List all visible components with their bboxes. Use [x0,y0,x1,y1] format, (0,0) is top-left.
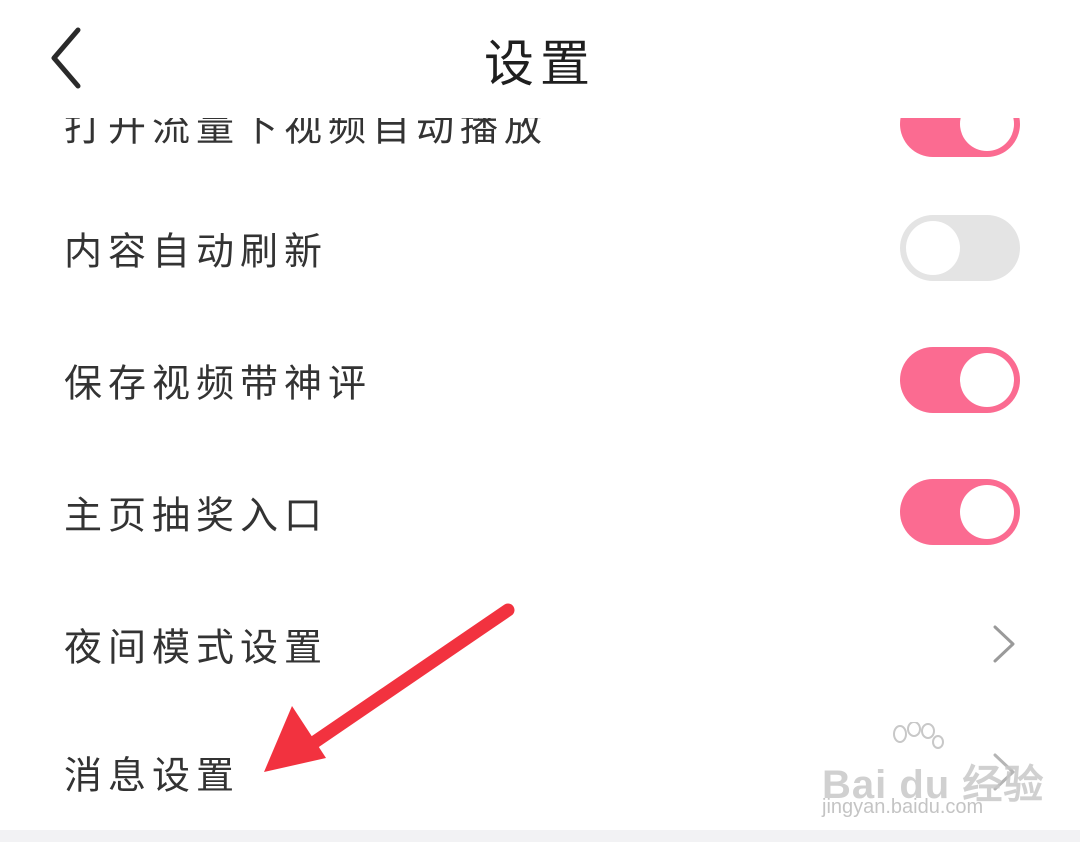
setting-row-save-video-comment[interactable]: 保存视频带神评 [0,314,1080,446]
setting-label-auto-refresh: 内容自动刷新 [64,229,329,274]
setting-row-auto-refresh[interactable]: 内容自动刷新 [0,182,1080,314]
watermark-url: jingyan.baidu.com [822,796,984,818]
setting-label-lottery-entry: 主页抽奖入口 [64,493,329,538]
auto-refresh-toggle[interactable] [900,215,1020,281]
page-title: 设置 [484,35,596,93]
settings-screen: 打开流量下视频自动播放 内容自动刷新 保存视频带神评 主页抽奖入口 夜间模式设置… [0,0,1080,842]
toggle-knob [906,221,960,275]
setting-label-night-mode: 夜间模式设置 [64,625,329,670]
save-video-comment-toggle[interactable] [900,347,1020,413]
lottery-entry-toggle[interactable] [900,479,1020,545]
watermark-logo: Bai du 经验 jingyan.baidu.com [822,722,1043,822]
settings-list: 打开流量下视频自动播放 内容自动刷新 保存视频带神评 主页抽奖入口 夜间模式设置… [0,0,1080,842]
setting-label-messages: 消息设置 [64,753,241,798]
nav-header: 设置 [0,0,1080,118]
bottom-divider [0,830,1080,842]
setting-row-night-mode[interactable]: 夜间模式设置 [0,578,1080,710]
setting-row-lottery-entry[interactable]: 主页抽奖入口 [0,446,1080,578]
chevron-right-icon [993,625,1015,663]
setting-label-save-video-comment: 保存视频带神评 [64,361,373,406]
toggle-knob [960,485,1014,539]
toggle-knob [960,353,1014,407]
